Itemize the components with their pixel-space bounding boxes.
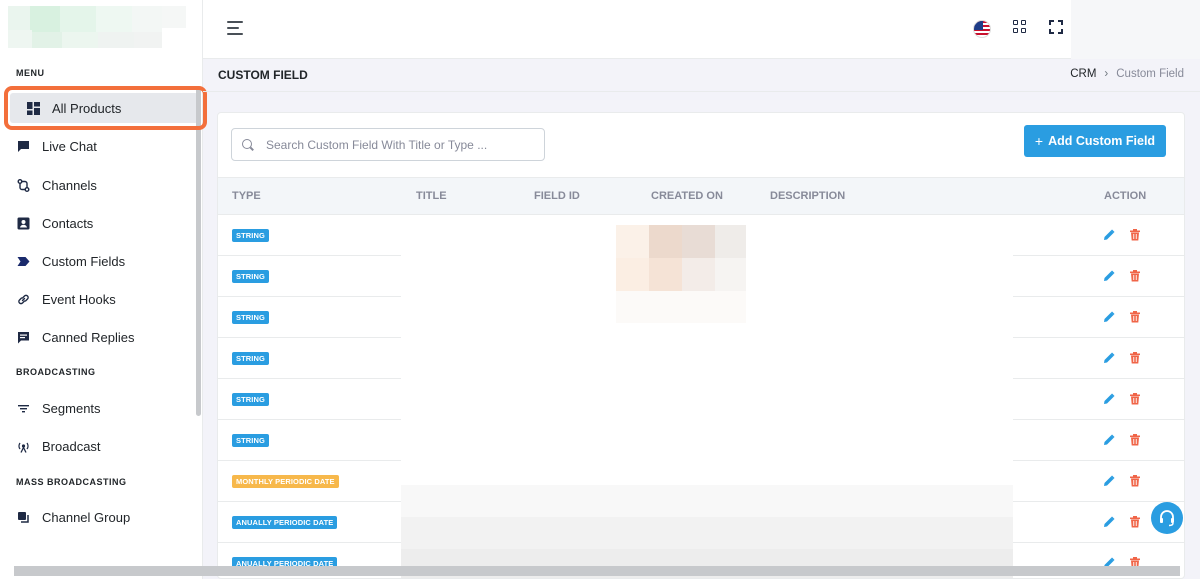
contacts-icon [16, 216, 30, 230]
fullscreen-icon[interactable] [1049, 20, 1063, 34]
channel-group-icon [16, 510, 30, 524]
tag-icon [16, 254, 30, 268]
menu-section-title: MENU [16, 68, 45, 78]
type-badge: ANUALLY PERIODIC DATE [232, 516, 338, 529]
search-input[interactable] [266, 137, 536, 152]
sidebar-item-custom-fields[interactable]: Custom Fields [16, 247, 125, 275]
sidebar-item-event-hooks[interactable]: Event Hooks [16, 285, 116, 313]
apps-grid-icon[interactable] [1013, 20, 1027, 34]
edit-icon[interactable] [1103, 433, 1115, 445]
message-icon [16, 330, 30, 344]
sidebar-item-broadcast[interactable]: Broadcast [16, 432, 101, 460]
sidebar-item-segments[interactable]: Segments [16, 394, 101, 422]
sidebar-item-canned-replies[interactable]: Canned Replies [16, 323, 135, 351]
delete-icon[interactable] [1129, 351, 1141, 364]
type-badge: STRING [232, 393, 269, 406]
edit-icon[interactable] [1103, 310, 1115, 322]
edit-icon[interactable] [1103, 351, 1115, 363]
broadcasting-section-title: BROADCASTING [16, 367, 96, 377]
header-title[interactable]: TITLE [416, 190, 447, 202]
support-button[interactable] [1151, 502, 1183, 534]
delete-icon[interactable] [1129, 269, 1141, 282]
add-button-label: Add Custom Field [1048, 134, 1156, 148]
broadcast-icon [16, 439, 30, 453]
header-field-id[interactable]: FIELD ID [534, 190, 580, 202]
sidebar-item-label: Live Chat [42, 138, 97, 154]
edit-icon[interactable] [1103, 392, 1115, 404]
horizontal-scrollbar[interactable] [14, 566, 1180, 576]
delete-icon[interactable] [1129, 310, 1141, 323]
breadcrumb: CRM › Custom Field [1070, 68, 1184, 80]
edit-icon[interactable] [1103, 228, 1115, 240]
edit-icon[interactable] [1103, 474, 1115, 486]
topbar [203, 0, 1200, 59]
breadcrumb-separator-icon: › [1104, 68, 1109, 80]
filter-icon [16, 401, 30, 415]
type-badge: STRING [232, 229, 269, 242]
redacted-block [682, 225, 715, 258]
sidebar-item-label: Broadcast [42, 438, 101, 454]
sidebar-item-live-chat[interactable]: Live Chat [16, 132, 97, 160]
redacted-block [616, 258, 649, 291]
delete-icon[interactable] [1129, 515, 1141, 528]
redacted-block [715, 225, 746, 258]
breadcrumb-current: Custom Field [1116, 68, 1184, 80]
search-box[interactable] [231, 128, 545, 161]
highlight-box [4, 86, 207, 130]
delete-icon[interactable] [1129, 474, 1141, 487]
channels-icon [16, 178, 30, 192]
table-header: TYPE TITLE FIELD ID CREATED ON DESCRIPTI… [218, 177, 1184, 215]
delete-icon[interactable] [1129, 228, 1141, 241]
redacted-block [649, 258, 682, 291]
custom-field-card: + Add Custom Field TYPE TITLE FIELD ID C… [217, 112, 1185, 579]
redacted-block [715, 258, 746, 291]
sidebar-item-label: Channels [42, 177, 97, 193]
add-custom-field-button[interactable]: + Add Custom Field [1024, 125, 1166, 157]
delete-icon[interactable] [1129, 392, 1141, 405]
sidebar-item-channel-group[interactable]: Channel Group [16, 503, 130, 531]
header-action: ACTION [1104, 190, 1147, 202]
sidebar-item-label: Canned Replies [42, 329, 135, 345]
type-badge: STRING [232, 311, 269, 324]
redacted-block [649, 225, 682, 258]
edit-icon[interactable] [1103, 515, 1115, 527]
edit-icon[interactable] [1103, 269, 1115, 281]
link-icon [16, 292, 30, 306]
plus-icon: + [1034, 133, 1044, 149]
sidebar-item-label: Channel Group [42, 509, 131, 525]
header-type[interactable]: TYPE [232, 190, 261, 202]
sidebar-item-channels[interactable]: Channels [16, 171, 97, 199]
divider [203, 91, 1200, 92]
type-badge: STRING [232, 270, 269, 283]
sidebar-item-label: Custom Fields [42, 253, 126, 269]
page-title: CUSTOM FIELD [218, 68, 308, 82]
redacted-block [682, 258, 715, 291]
menu-toggle-icon[interactable] [227, 21, 245, 35]
mass-broadcasting-section-title: MASS BROADCASTING [16, 477, 127, 487]
redacted-block [401, 485, 1013, 517]
header-created-on[interactable]: CREATED ON [651, 190, 723, 202]
type-badge: MONTHLY PERIODIC DATE [232, 475, 339, 488]
search-icon [242, 138, 254, 151]
type-badge: STRING [232, 352, 269, 365]
redacted-block [401, 517, 1013, 549]
sidebar-item-label: Event Hooks [42, 291, 116, 307]
header-description[interactable]: DESCRIPTION [770, 190, 845, 202]
us-flag-icon[interactable] [973, 20, 991, 38]
headset-icon [1160, 510, 1174, 527]
type-badge: STRING [232, 434, 269, 447]
redacted-block [616, 291, 746, 323]
chat-icon [16, 139, 30, 153]
logo[interactable] [8, 6, 188, 50]
sidebar-item-label: Segments [42, 400, 101, 416]
breadcrumb-crm[interactable]: CRM [1070, 68, 1096, 80]
sidebar-item-label: Contacts [42, 215, 94, 231]
delete-icon[interactable] [1129, 433, 1141, 446]
sidebar-item-contacts[interactable]: Contacts [16, 209, 93, 237]
sidebar-scrollbar[interactable] [196, 88, 201, 416]
redacted-block [616, 225, 649, 258]
user-avatar[interactable] [1071, 0, 1200, 59]
